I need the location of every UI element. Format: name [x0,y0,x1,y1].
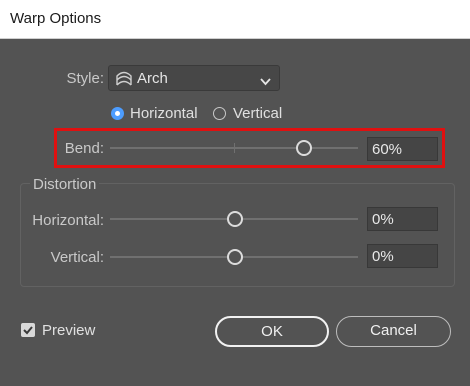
bend-slider-center-tick [234,143,235,153]
ok-button[interactable]: OK [215,316,329,347]
chevron-down-icon [260,73,271,91]
checkmark-icon [23,326,33,335]
radio-horizontal-label[interactable]: Horizontal [130,105,198,122]
distortion-horizontal-label: Horizontal: [32,212,104,229]
cancel-button[interactable]: Cancel [336,316,451,347]
style-label: Style: [66,70,104,87]
radio-vertical-label[interactable]: Vertical [233,105,282,122]
radio-vertical[interactable] [213,107,226,120]
distortion-vertical-value-field[interactable]: 0% [367,244,438,268]
distortion-vertical-slider-thumb[interactable] [227,249,243,265]
distortion-group [20,183,455,287]
arch-icon [115,70,133,92]
distortion-title: Distortion [30,176,100,193]
title-bar: Warp Options [0,0,470,39]
bend-value-field[interactable]: 60% [367,137,438,161]
distortion-vertical-label: Vertical: [50,249,104,266]
preview-label[interactable]: Preview [42,322,95,339]
radio-horizontal[interactable] [111,107,124,120]
distortion-horizontal-slider-thumb[interactable] [227,211,243,227]
style-value: Arch [137,70,168,87]
distortion-horizontal-value-field[interactable]: 0% [367,207,438,231]
bend-slider-thumb[interactable] [296,140,312,156]
preview-checkbox[interactable] [21,323,35,337]
window-title: Warp Options [10,10,102,27]
style-dropdown[interactable]: Arch [108,65,280,91]
bend-label: Bend: [64,140,104,157]
